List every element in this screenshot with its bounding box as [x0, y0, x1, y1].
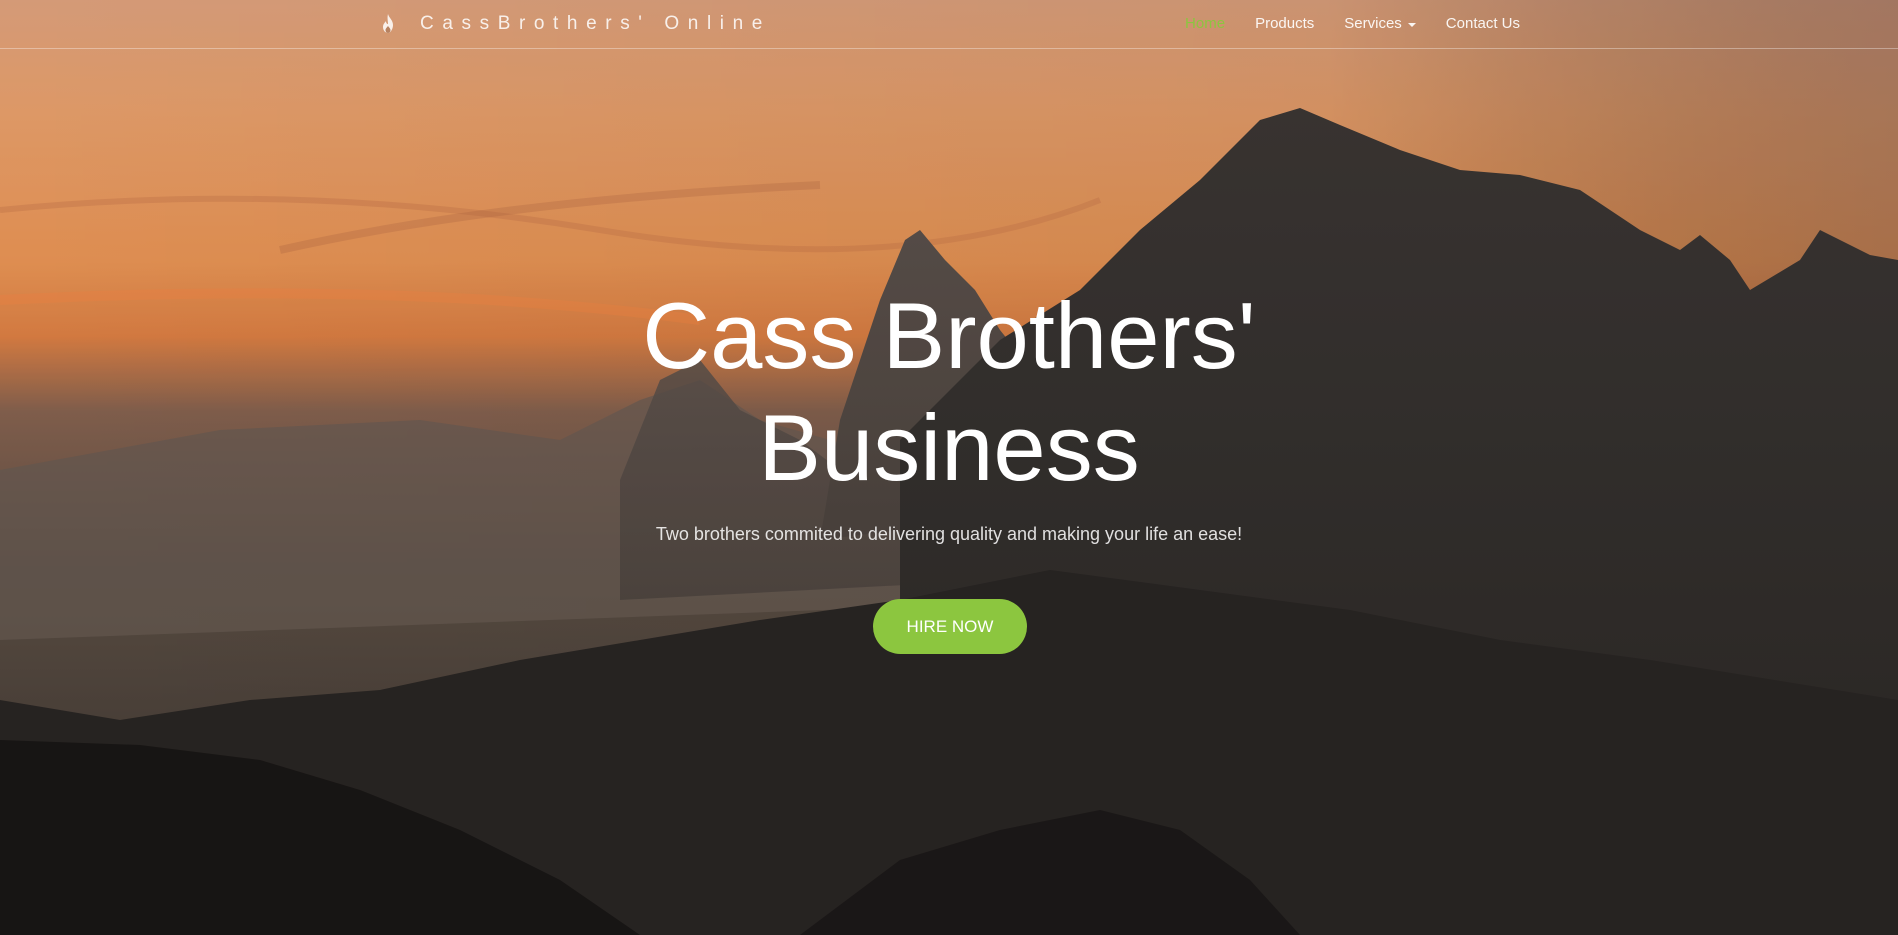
brand-name: CassBrothers' Online	[420, 13, 771, 34]
nav-link-services[interactable]: Services	[1344, 15, 1416, 32]
main-nav: Home Products Services Contact Us	[1155, 15, 1520, 32]
page: CassBrothers' Online Home Products Servi…	[0, 0, 1898, 935]
nav-link-home[interactable]: Home	[1185, 15, 1225, 32]
nav-link-services-label: Services	[1344, 15, 1402, 32]
hero-title: Cass Brothers' Business	[0, 280, 1898, 504]
top-navbar: CassBrothers' Online Home Products Servi…	[0, 0, 1898, 49]
nav-link-contact[interactable]: Contact Us	[1446, 15, 1520, 32]
nav-link-products[interactable]: Products	[1255, 15, 1314, 32]
hero-title-line-1: Cass Brothers'	[642, 283, 1256, 388]
hero-subtitle: Two brothers commited to delivering qual…	[655, 524, 1243, 544]
fire-icon	[378, 13, 398, 35]
hero-title-line-2: Business	[758, 395, 1140, 500]
hire-now-button[interactable]: HIRE NOW	[873, 599, 1027, 654]
caret-down-icon	[1407, 22, 1416, 27]
brand-link[interactable]: CassBrothers' Online	[378, 12, 771, 36]
